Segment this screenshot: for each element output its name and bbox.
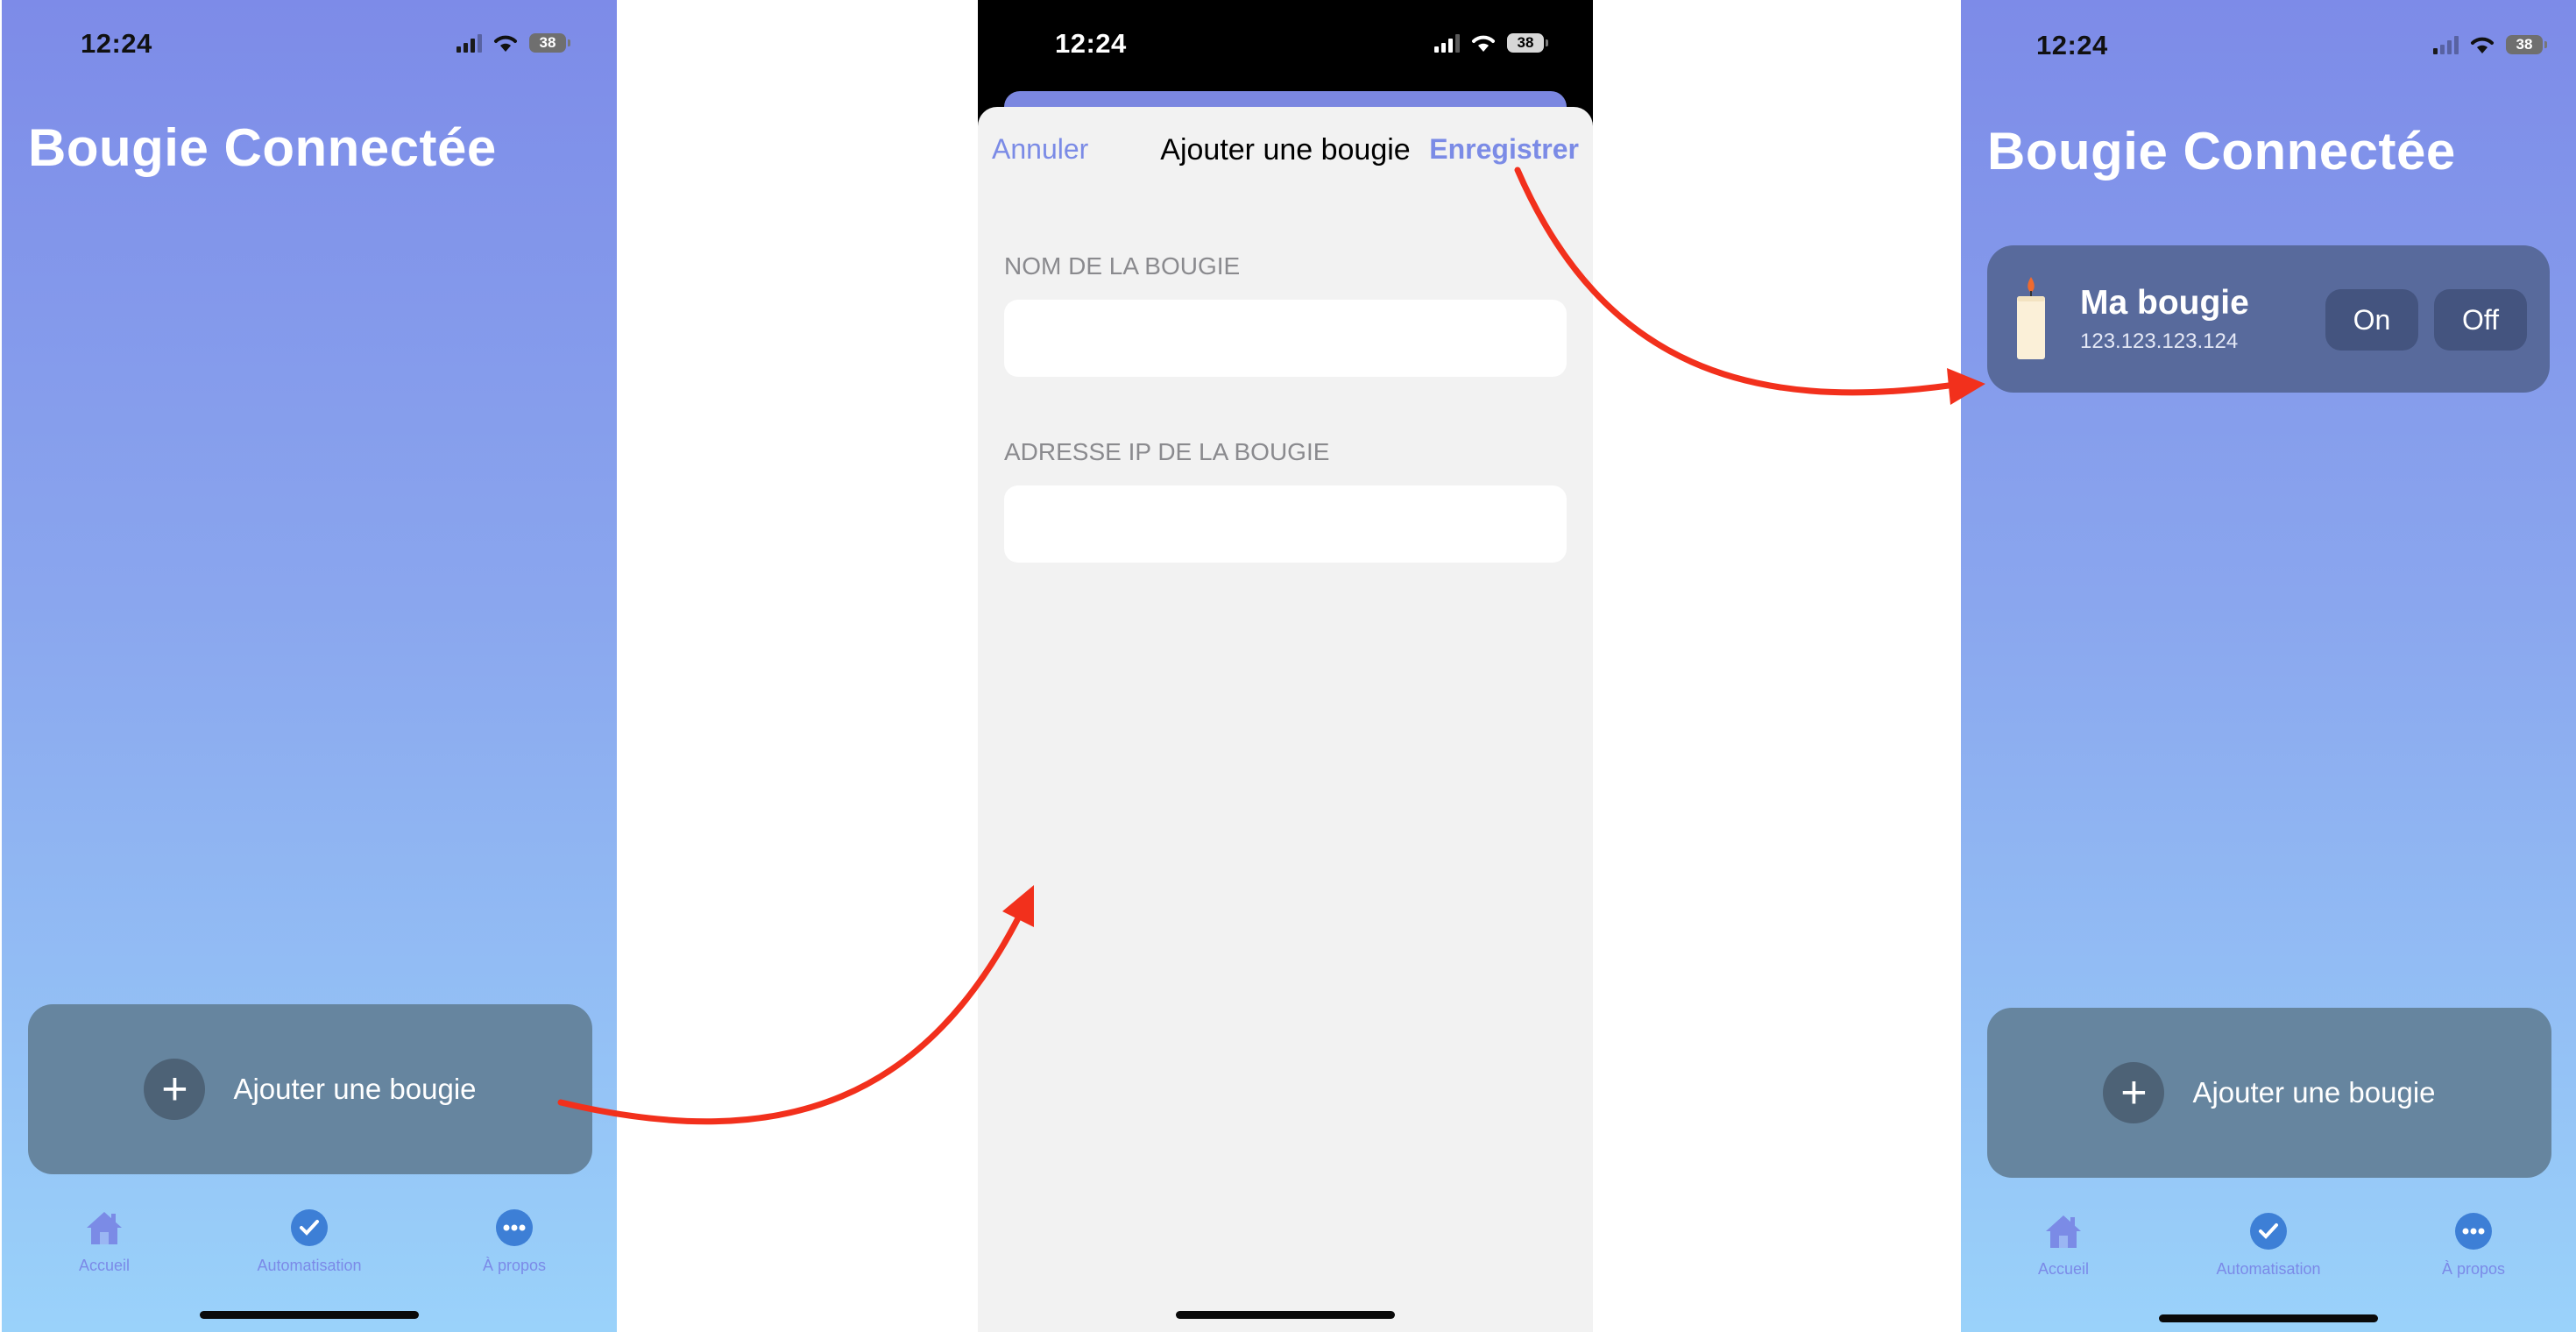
tab-label-automatisation: Automatisation: [2216, 1260, 2321, 1278]
battery-level: 38: [1517, 34, 1534, 51]
candle-name: Ma bougie: [2080, 284, 2249, 322]
tab-bar: Accueil Automatisation À propos: [2, 1208, 617, 1275]
add-candle-button[interactable]: + Ajouter une bougie: [28, 1004, 592, 1174]
tab-bar: Accueil Automatisation À propos: [1961, 1211, 2576, 1279]
tab-label-accueil: Accueil: [2037, 1260, 2090, 1278]
tab-label-automatisation: Automatisation: [257, 1257, 362, 1274]
clock-icon: [289, 1208, 329, 1248]
status-bar: 12:24 38: [978, 0, 1593, 88]
battery-icon: 38: [2506, 35, 2547, 54]
candle-on-button[interactable]: On: [2325, 289, 2418, 351]
house-icon: [2043, 1211, 2084, 1251]
candle-name-input[interactable]: [1004, 300, 1567, 377]
status-icons: 38: [1434, 33, 1548, 53]
signal-icon: [1434, 33, 1460, 53]
candle-card[interactable]: Ma bougie 123.123.123.124 On Off: [1987, 245, 2550, 393]
candle-ip-input[interactable]: [1004, 485, 1567, 563]
status-icons: 38: [456, 33, 570, 53]
add-candle-sheet: Annuler Ajouter une bougie Enregistrer N…: [978, 107, 1593, 1332]
candle-ip: 123.123.123.124: [2080, 329, 2239, 353]
status-time: 12:24: [1055, 28, 1127, 59]
house-icon: [84, 1208, 124, 1248]
plus-icon: +: [2103, 1062, 2165, 1123]
candle-icon: [2013, 273, 2049, 361]
battery-level: 38: [2516, 36, 2533, 53]
tab-label-accueil: Accueil: [78, 1257, 131, 1274]
home-indicator: [1176, 1311, 1395, 1319]
tab-accueil[interactable]: Accueil: [1976, 1211, 2151, 1279]
name-field-label: NOM DE LA BOUGIE: [1004, 252, 1241, 280]
phone-home-empty: 12:24 38 Bougie Connectée + Ajouter une …: [2, 0, 617, 1332]
arrow-add-to-form: [557, 885, 1034, 1125]
add-candle-label: Ajouter une bougie: [233, 1073, 477, 1105]
home-indicator: [200, 1311, 419, 1319]
ellipsis-icon: [494, 1208, 534, 1248]
save-button[interactable]: Enregistrer: [1429, 133, 1579, 166]
ellipsis-icon: [2453, 1211, 2494, 1251]
phone-home-with-candle: 12:24 38 Bougie Connectée Ma bougie 123.…: [1961, 0, 2576, 1332]
tab-a-propos[interactable]: À propos: [2386, 1211, 2561, 1279]
status-bar: 12:24 38: [1961, 0, 2576, 88]
tab-accueil[interactable]: Accueil: [17, 1208, 192, 1275]
signal-icon: [2433, 35, 2459, 54]
wifi-icon: [1472, 35, 1495, 52]
signal-icon: [456, 33, 482, 53]
add-candle-label: Ajouter une bougie: [2192, 1076, 2436, 1109]
status-bar: 12:24 38: [2, 0, 617, 88]
battery-icon: 38: [529, 33, 570, 53]
tab-label-a-propos: À propos: [482, 1257, 547, 1274]
tab-automatisation[interactable]: Automatisation: [222, 1208, 397, 1275]
home-indicator: [2159, 1314, 2378, 1322]
battery-level: 38: [539, 34, 556, 51]
ip-field-label: ADRESSE IP DE LA BOUGIE: [1004, 438, 1330, 465]
clock-icon: [2248, 1211, 2289, 1251]
page-title: Bougie Connectée: [1987, 122, 2456, 181]
candle-off-button[interactable]: Off: [2434, 289, 2527, 351]
tab-a-propos[interactable]: À propos: [427, 1208, 602, 1275]
add-candle-button[interactable]: + Ajouter une bougie: [1987, 1008, 2551, 1178]
status-time: 12:24: [81, 28, 152, 59]
battery-icon: 38: [1507, 33, 1548, 53]
wifi-icon: [494, 35, 517, 52]
status-icons: 38: [2433, 35, 2547, 54]
plus-icon: +: [144, 1059, 206, 1120]
status-time: 12:24: [2036, 30, 2108, 60]
wifi-icon: [2471, 37, 2494, 53]
tab-automatisation[interactable]: Automatisation: [2181, 1211, 2356, 1279]
phone-add-form: 12:24 38 Annuler Ajouter une bougie Enre…: [978, 0, 1593, 1332]
tab-label-a-propos: À propos: [2441, 1260, 2506, 1278]
page-title: Bougie Connectée: [28, 118, 497, 177]
